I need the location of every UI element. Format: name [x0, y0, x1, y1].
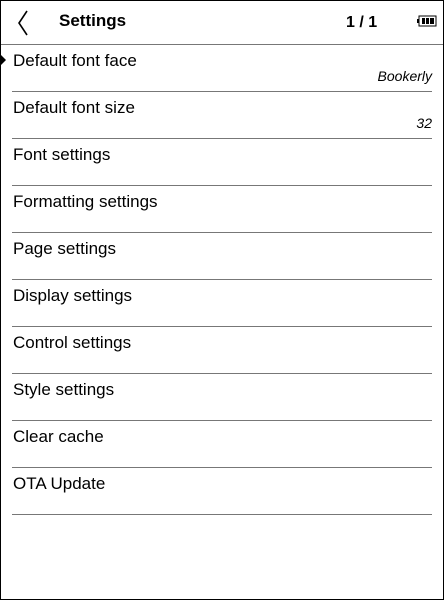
setting-ota-update[interactable]: OTA Update [12, 468, 432, 515]
chevron-left-icon [18, 10, 28, 36]
header-bar: Settings 1 / 1 [1, 1, 443, 45]
setting-formatting-settings[interactable]: Formatting settings [12, 186, 432, 233]
selection-cursor-icon [1, 55, 6, 65]
setting-label: Clear cache [13, 427, 104, 446]
setting-value: Bookerly [377, 68, 432, 84]
page-indicator: 1 / 1 [346, 14, 378, 31]
battery-icon [417, 14, 437, 28]
setting-page-settings[interactable]: Page settings [12, 233, 432, 280]
setting-label: Font settings [13, 145, 111, 164]
settings-list: Default font face Bookerly Default font … [1, 45, 443, 515]
setting-label: OTA Update [13, 474, 106, 493]
page-title: Settings [59, 11, 127, 30]
settings-screen: Settings 1 / 1 Default font face Bookerl… [0, 0, 444, 600]
setting-label: Display settings [13, 286, 133, 305]
back-button[interactable] [13, 9, 35, 37]
setting-label: Style settings [13, 380, 115, 399]
setting-style-settings[interactable]: Style settings [12, 374, 432, 421]
setting-font-settings[interactable]: Font settings [12, 139, 432, 186]
setting-label: Control settings [13, 333, 132, 352]
setting-control-settings[interactable]: Control settings [12, 327, 432, 374]
setting-label: Default font face [13, 51, 137, 70]
setting-value: 32 [416, 115, 432, 131]
setting-display-settings[interactable]: Display settings [12, 280, 432, 327]
setting-default-font-size[interactable]: Default font size 32 [12, 92, 432, 139]
setting-label: Formatting settings [13, 192, 158, 211]
setting-default-font-face[interactable]: Default font face Bookerly [1, 45, 432, 92]
setting-label: Page settings [13, 239, 117, 258]
setting-clear-cache[interactable]: Clear cache [12, 421, 432, 468]
setting-label: Default font size [13, 98, 135, 117]
